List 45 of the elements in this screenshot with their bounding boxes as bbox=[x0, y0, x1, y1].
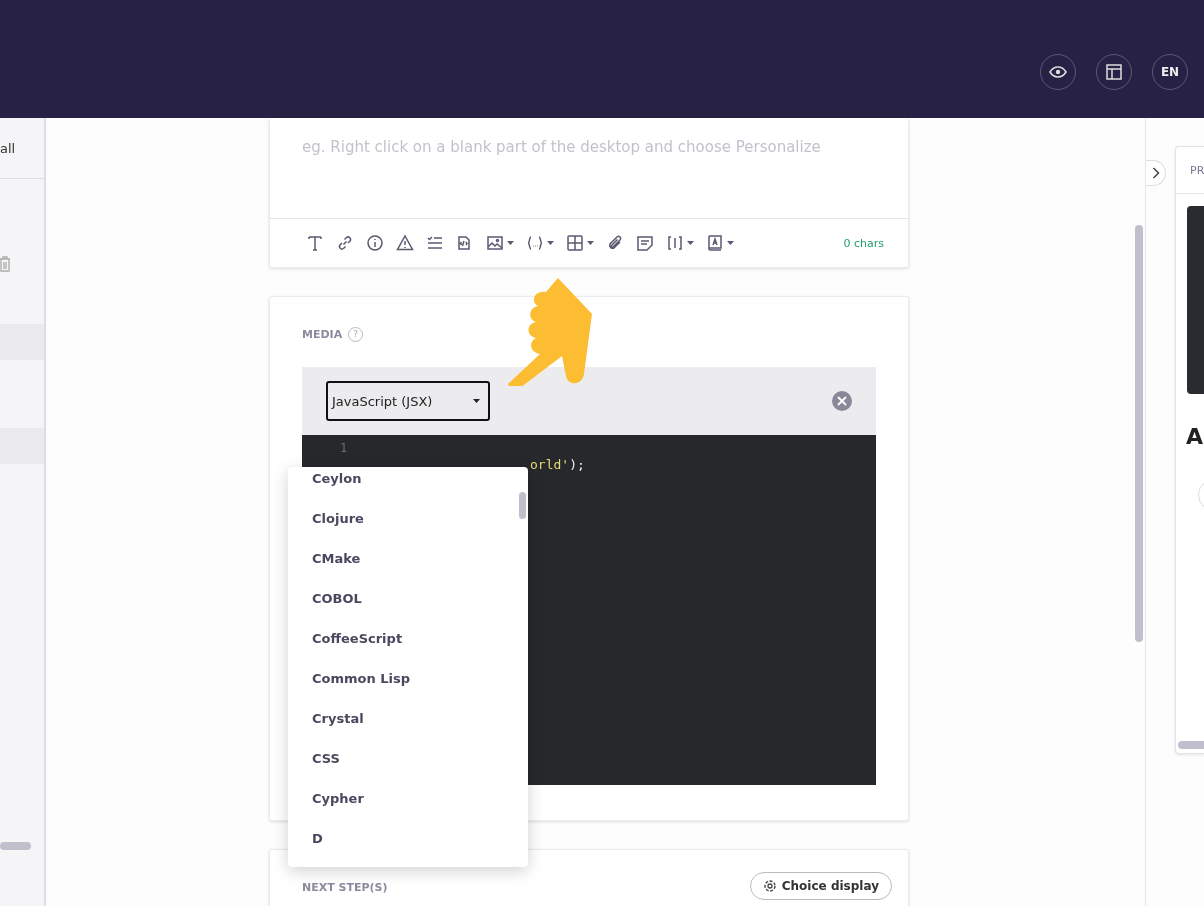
link-icon bbox=[336, 234, 354, 252]
caret-icon bbox=[507, 241, 514, 245]
scrollbar[interactable] bbox=[1135, 225, 1143, 642]
book-icon bbox=[706, 234, 724, 252]
info-icon bbox=[366, 234, 384, 252]
caret-icon bbox=[687, 241, 694, 245]
table-icon bbox=[566, 234, 584, 252]
info-tool-button[interactable] bbox=[364, 234, 386, 252]
caret-icon bbox=[727, 241, 734, 245]
scrollbar[interactable] bbox=[519, 492, 526, 519]
chevron-right-icon bbox=[1151, 167, 1160, 179]
line-number: 1 bbox=[340, 441, 348, 455]
preview-heading: A bbox=[1186, 424, 1204, 449]
caret-icon bbox=[547, 241, 554, 245]
image-tool-button[interactable] bbox=[484, 234, 516, 252]
description-editor[interactable]: eg. Right click on a blank part of the desktop and choose Personalize 0 chars bbox=[269, 118, 909, 268]
attachment-icon bbox=[606, 234, 624, 252]
preview-tab[interactable]: PR bbox=[1190, 163, 1204, 177]
caret-icon bbox=[587, 241, 594, 245]
note-icon bbox=[636, 234, 654, 252]
next-steps-label: NEXT STEP(S) bbox=[302, 881, 388, 894]
language-select[interactable]: JavaScript (JSX) bbox=[326, 381, 490, 421]
code-line: orld'); bbox=[530, 457, 585, 472]
language-option[interactable]: Cypher bbox=[288, 787, 528, 827]
warning-tool-button[interactable] bbox=[394, 234, 416, 252]
bracket-icon bbox=[666, 234, 684, 252]
gear-icon bbox=[762, 879, 777, 893]
text-icon bbox=[306, 234, 324, 252]
choice-display-button[interactable]: Choice display bbox=[749, 872, 892, 900]
image-icon bbox=[486, 234, 504, 252]
caret-icon bbox=[473, 399, 480, 403]
media-label: MEDIA bbox=[302, 328, 343, 341]
collapse-button[interactable] bbox=[1146, 160, 1166, 186]
close-icon bbox=[837, 396, 847, 406]
remove-button[interactable] bbox=[832, 391, 852, 411]
view-all-link[interactable]: all bbox=[0, 140, 16, 156]
char-count: 0 chars bbox=[843, 236, 884, 250]
note-tool-button[interactable] bbox=[634, 234, 656, 252]
table-tool-button[interactable] bbox=[564, 234, 596, 252]
layout-icon bbox=[1105, 63, 1123, 81]
variable-icon bbox=[526, 234, 544, 252]
scrollbar[interactable] bbox=[0, 842, 31, 850]
language-option[interactable]: D bbox=[288, 827, 528, 867]
checklist-icon bbox=[426, 234, 444, 252]
warning-icon bbox=[396, 234, 414, 252]
